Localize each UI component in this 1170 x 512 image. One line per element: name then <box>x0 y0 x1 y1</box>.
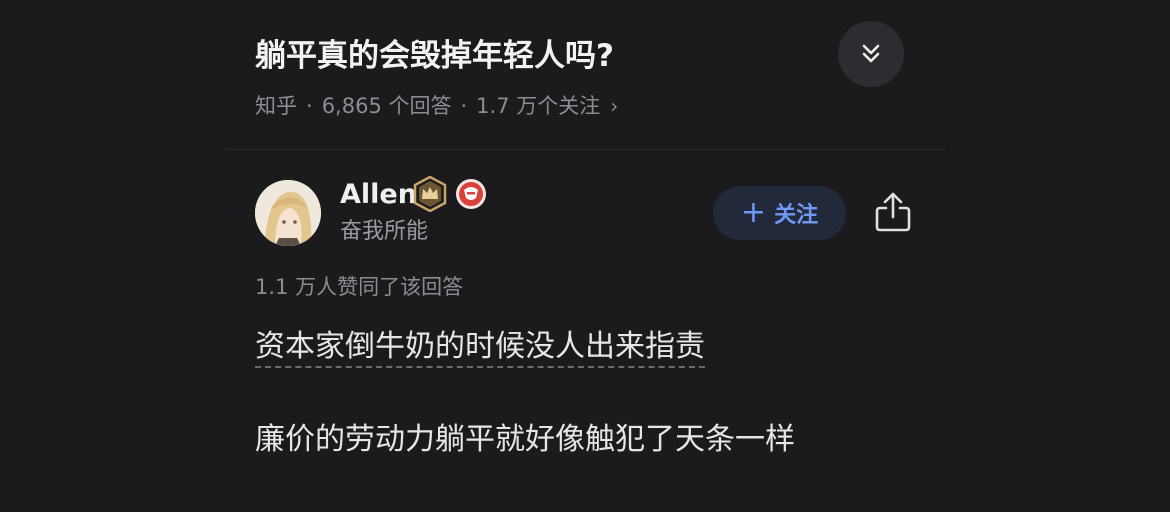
crown-badge-icon[interactable] <box>413 176 447 212</box>
follow-button[interactable]: + 关注 <box>713 186 846 240</box>
question-meta[interactable]: 知乎 · 6,865 个回答 · 1.7 万个关注 › <box>255 90 618 122</box>
follower-count: 1.7 万个关注 <box>476 94 601 118</box>
collapse-button[interactable] <box>838 21 904 87</box>
separator-dot: · <box>306 94 313 118</box>
author-name[interactable]: Allen <box>340 176 417 214</box>
question-title[interactable]: 躺平真的会毁掉年轻人吗? <box>255 34 815 78</box>
plus-icon: + <box>740 195 767 230</box>
source-label: 知乎 <box>255 94 297 118</box>
right-margin <box>945 0 1170 512</box>
left-margin <box>0 0 225 512</box>
chevron-right-icon: › <box>610 94 619 118</box>
follow-label: 关注 <box>774 203 819 228</box>
answer-paragraph-text[interactable]: 资本家倒牛奶的时候没人出来指责 <box>255 329 705 368</box>
share-icon[interactable] <box>873 190 913 234</box>
separator-dot: · <box>460 94 468 118</box>
red-medal-icon[interactable] <box>455 178 487 210</box>
avatar-illustration <box>255 180 321 246</box>
answer-paragraph: 廉价的劳动力躺平就好像触犯了天条一样 <box>255 422 795 457</box>
avatar[interactable] <box>255 180 321 246</box>
answer-panel: 躺平真的会毁掉年轻人吗? 知乎 · 6,865 个回答 · 1.7 万个关注 › Alle… <box>225 0 945 512</box>
answer-count: 6,865 个回答 <box>321 94 452 118</box>
divider <box>225 149 945 150</box>
author-bio: 奋我所能 <box>340 219 429 244</box>
vote-count: 1.1 万人赞同了该回答 <box>255 275 464 299</box>
answer-paragraph: 资本家倒牛奶的时候没人出来指责 <box>255 325 705 369</box>
double-chevron-down-icon <box>862 44 880 63</box>
